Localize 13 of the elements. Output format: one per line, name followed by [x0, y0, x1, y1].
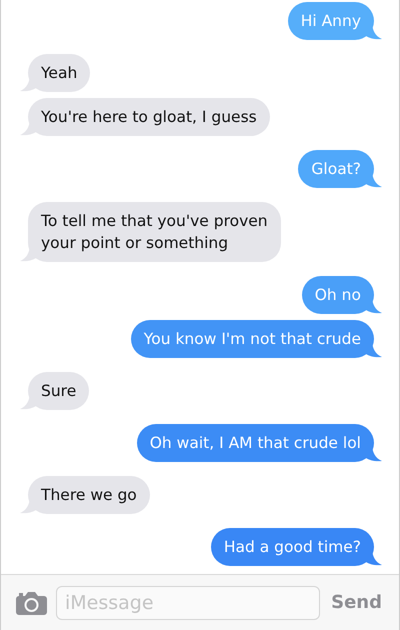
send-button[interactable]: Send — [329, 592, 384, 613]
message-bubble: Hi Anny — [288, 2, 382, 40]
message-bubble: Had a good time? — [210, 528, 382, 566]
message-bubble: You're here to gloat, I guess — [20, 98, 270, 136]
message-bubble: To tell me that you've proven your point or something — [20, 202, 281, 262]
message-bubble: Oh no — [302, 276, 382, 314]
message-bubble: Sure — [20, 372, 90, 410]
camera-icon[interactable] — [16, 590, 47, 614]
message-bubble: You know I'm not that crude — [130, 320, 382, 358]
message-bubble: Yeah — [20, 54, 90, 92]
message-bubble: There we go — [20, 476, 150, 514]
message-bubble: Oh wait, I AM that crude lol — [136, 424, 382, 462]
message-bubble: Gloat? — [298, 150, 382, 188]
